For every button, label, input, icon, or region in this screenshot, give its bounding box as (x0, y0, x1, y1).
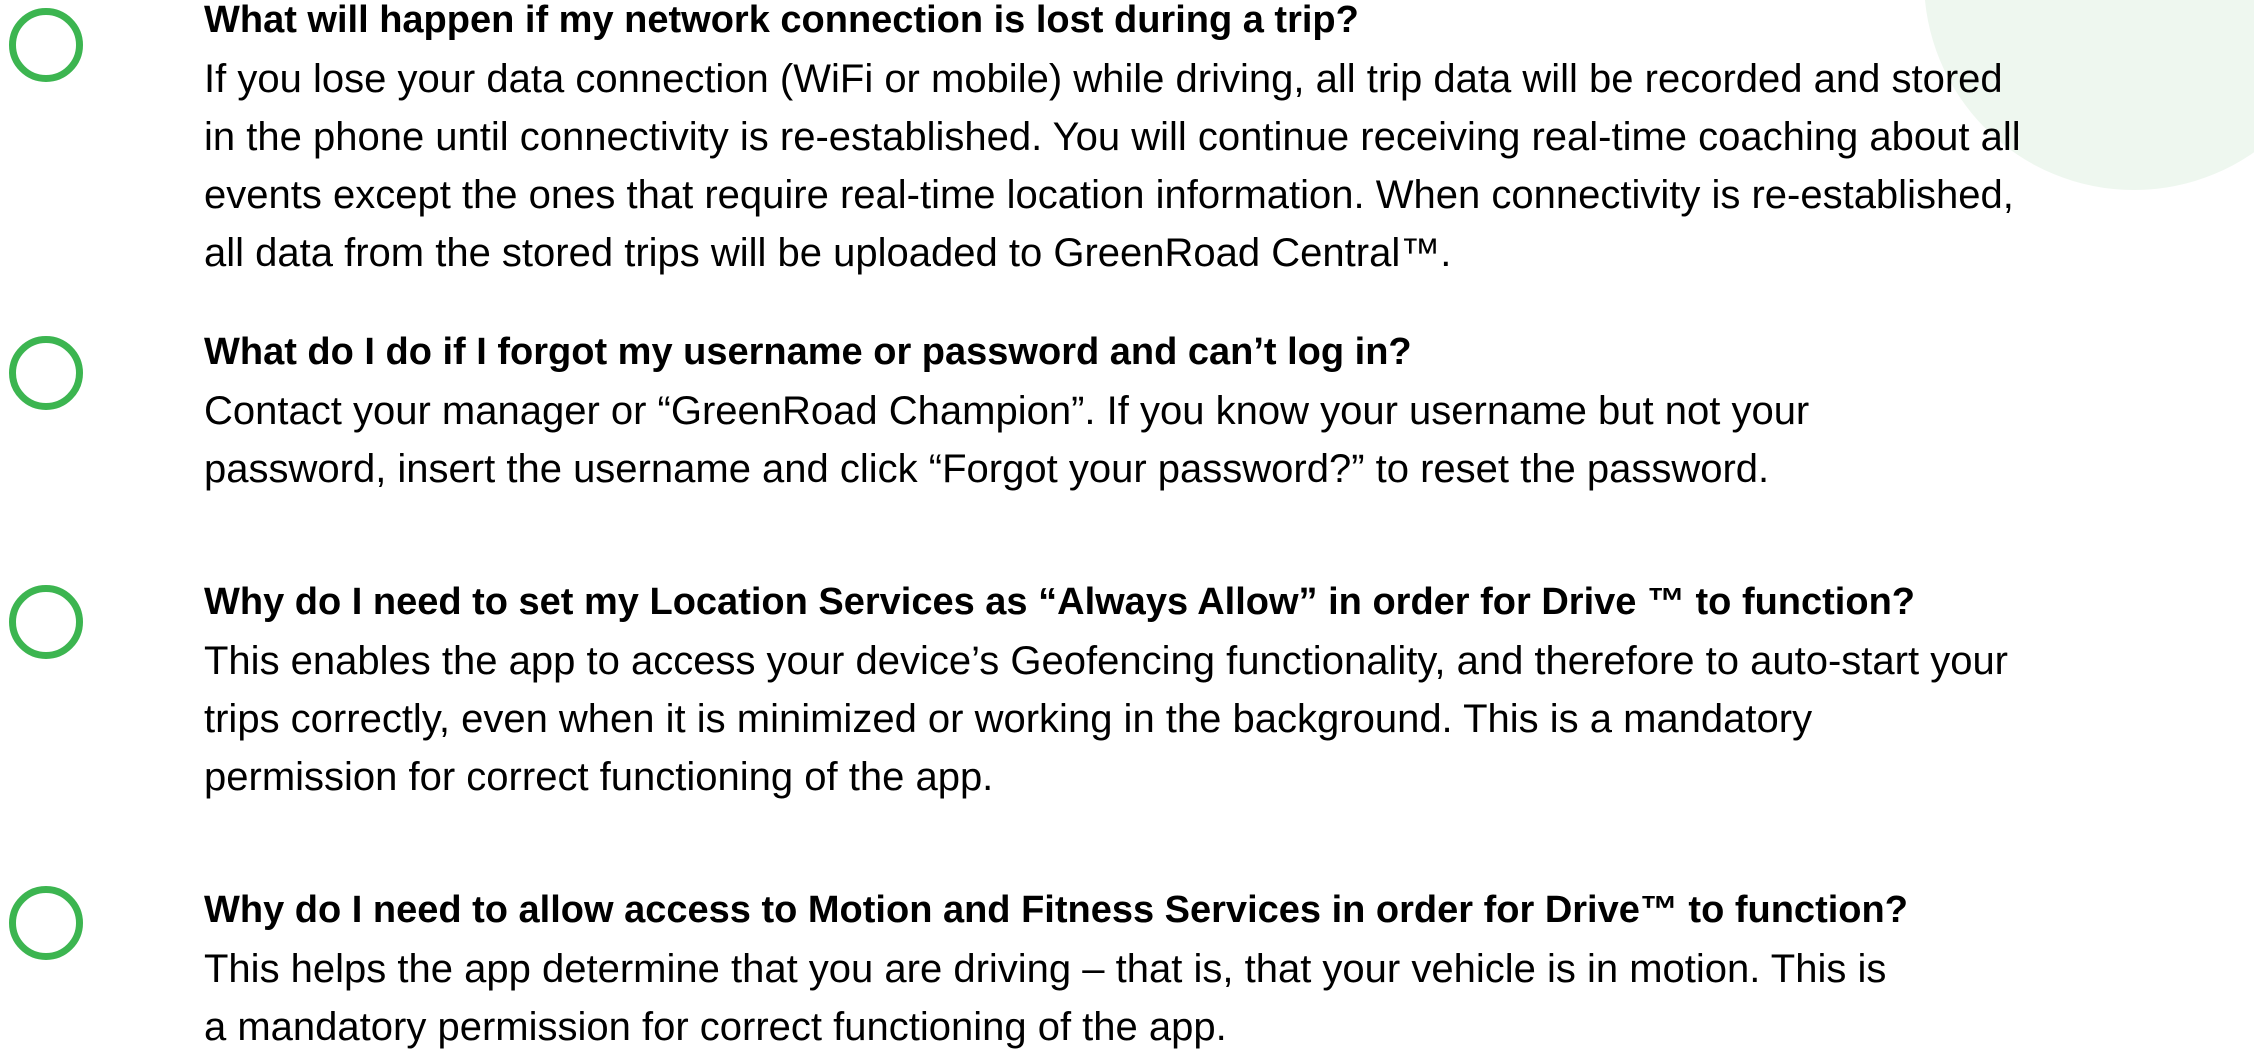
faq-answer-line: events except the ones that require real… (204, 173, 2014, 217)
faq-answer-line: If you lose your data connection (WiFi o… (204, 57, 2003, 101)
faq-answer: If you lose your data connection (WiFi o… (204, 50, 2244, 282)
faq-question: What will happen if my network connectio… (204, 0, 1359, 41)
faq-text: Why do I need to allow access to Motion … (204, 884, 2244, 1056)
faq-answer-line: trips correctly, even when it is minimiz… (204, 697, 1813, 741)
circle-bullet-icon (9, 8, 83, 82)
faq-question: Why do I need to set my Location Service… (204, 581, 1916, 623)
faq-answer-line: This enables the app to access your devi… (204, 639, 2009, 683)
faq-answer-line: all data from the stored trips will be u… (204, 231, 1452, 275)
faq-text: What will happen if my network connectio… (204, 0, 2244, 282)
circle-bullet-icon (9, 585, 83, 659)
faq-answer-line: permission for correct functioning of th… (204, 755, 994, 799)
faq-answer: This helps the app determine that you ar… (204, 940, 2244, 1056)
faq-answer-line: a mandatory permission for correct funct… (204, 1005, 1227, 1049)
faq-text: What do I do if I forgot my username or … (204, 326, 2244, 498)
faq-question: What do I do if I forgot my username or … (204, 331, 1412, 373)
faq-answer-line: This helps the app determine that you ar… (204, 947, 1887, 991)
faq-answer: Contact your manager or “GreenRoad Champ… (204, 382, 2244, 498)
faq-answer-line: password, insert the username and click … (204, 447, 1770, 491)
circle-bullet-icon (9, 336, 83, 410)
faq-answer: This enables the app to access your devi… (204, 632, 2244, 806)
faq-answer-line: in the phone until connectivity is re-es… (204, 115, 2021, 159)
faq-text: Why do I need to set my Location Service… (204, 576, 2244, 806)
faq-question: Why do I need to allow access to Motion … (204, 889, 1908, 931)
faq-answer-line: Contact your manager or “GreenRoad Champ… (204, 389, 1810, 433)
circle-bullet-icon (9, 886, 83, 960)
